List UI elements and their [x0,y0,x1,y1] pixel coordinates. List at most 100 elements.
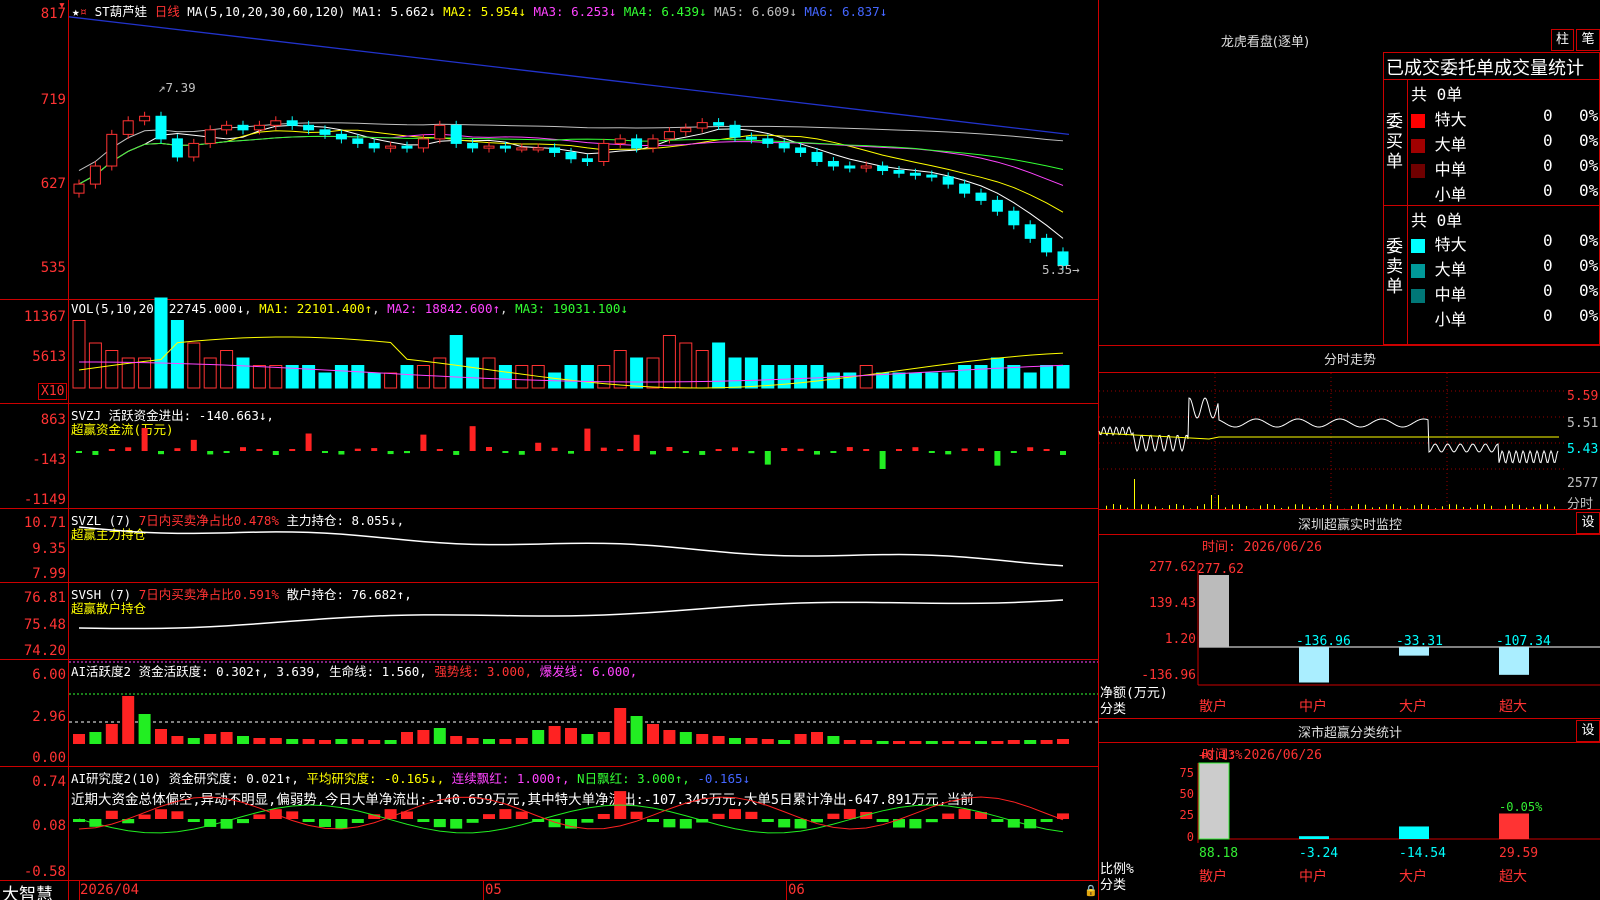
classify-category: 大户 [1399,868,1427,885]
ai-activity-chart[interactable] [69,660,1098,766]
classify-bar-chart[interactable]: 75 50 25 0 88.18 散户 -3.24 中户 -14.54 大户 29.59 超大 +0.1… [1099,743,1600,900]
ai1-tick: 6.00 [32,667,66,683]
candle-body [385,145,397,149]
volume-bar [958,365,972,389]
separator [1383,205,1600,206]
classify-bar-label: -3.24 [1299,846,1338,861]
intraday-chart[interactable] [1098,373,1567,509]
tick-mode-button[interactable]: 笔 [1576,29,1600,51]
classify-title: 深市超赢分类统计 [1297,726,1402,741]
price-tick: 719 [40,92,66,108]
volume-bar [515,365,529,389]
flow-bar [92,451,99,455]
flow-bar [846,447,853,451]
monitor-settings-button[interactable]: 设 [1576,512,1600,534]
main-holding-chart[interactable] [69,509,1098,582]
candle-body [89,165,101,185]
activity-bar [942,741,955,744]
candle-body [106,133,118,167]
ai2-tick: 0.08 [32,818,66,834]
volume-bar [203,357,217,389]
monitor-category: 散户 [1199,698,1227,715]
candlestick-chart[interactable] [68,0,1098,299]
flow-bar [863,449,870,451]
flow-bar [682,451,689,453]
price-tick: 535 [40,260,66,276]
activity-bar [401,732,413,744]
classify-tick: 0 [1187,830,1194,844]
volume-bar [728,357,742,389]
monitor-tick: 277.62 [1149,560,1196,575]
vol-unit-badge[interactable]: X10 [38,383,68,400]
ma-line [78,124,1064,239]
flow-bar [158,451,164,455]
candle-body [188,142,200,158]
activity-bar [581,734,594,744]
color-swatch [1411,313,1425,328]
svzj-tick: -143 [32,452,66,468]
volume-bar [1023,372,1037,389]
research-bar [794,819,807,829]
volume-bar [941,372,955,389]
vol-tick: 11367 [23,309,66,325]
sell-total: 共 0单 [1411,211,1463,230]
volume-chart[interactable] [69,297,1098,403]
research-bar [286,811,299,819]
intraday-volume-bar [1134,479,1135,509]
volume-bar [416,365,430,389]
classify-tick: 25 [1180,808,1194,822]
activity-bar [335,739,348,744]
ai-research-chart[interactable] [69,767,1098,880]
monitor-tick: 139.43 [1149,596,1196,611]
intraday-volume-bar [1218,495,1219,509]
candle-body [909,172,921,176]
research-bar [302,819,315,822]
flow-bar [207,451,214,455]
candle-body [1024,224,1036,239]
candle-body [762,138,774,144]
activity-bar [515,738,528,744]
flow-bar [469,426,476,451]
monitor-bar-chart[interactable]: 277.62139.431.20-136.96277.62散户-136.96中户… [1099,535,1600,718]
flow-bar [518,451,525,455]
research-bar [335,819,348,829]
intraday-vol-tick: 2577 [1567,476,1599,491]
fund-flow-chart[interactable] [69,404,1098,508]
volume-bar [72,320,86,389]
candle-body [516,147,528,151]
research-bar [351,819,364,823]
candle-body [335,133,347,140]
activity-bar [1040,740,1053,744]
activity-bar [925,741,938,744]
monitor-bar [1199,575,1229,647]
retail-holding-chart[interactable] [69,583,1098,659]
flow-bar [879,451,886,469]
flow-bar [928,451,935,453]
volume-bar [662,335,676,389]
lock-icon[interactable]: 🔒 [1084,884,1098,897]
classify-bar [1299,836,1329,839]
candle-body [598,142,610,162]
flow-bar [568,451,574,454]
volume-bar [826,372,840,389]
date-tick: 2026/04 [80,882,140,898]
flow-bar [256,449,263,451]
research-bar [729,809,741,819]
flow-bar [141,427,148,451]
candle-body [319,129,331,135]
classify-settings-button[interactable]: 设 [1576,720,1600,742]
candle-body [73,183,85,194]
research-bar [630,811,643,819]
flow-bar [223,451,230,453]
order-count: 0 [1543,106,1553,125]
candle-body [942,176,954,185]
candle-body [155,115,167,140]
flow-bar [896,449,902,451]
bar-mode-button[interactable]: 柱 [1551,29,1574,51]
research-bar [515,811,528,819]
classify-xlabel: 分类 [1100,878,1127,893]
buy-side-label: 委买单 [1386,112,1403,172]
date-divider [786,880,787,900]
research-bar [105,810,118,819]
research-bar [253,814,266,819]
